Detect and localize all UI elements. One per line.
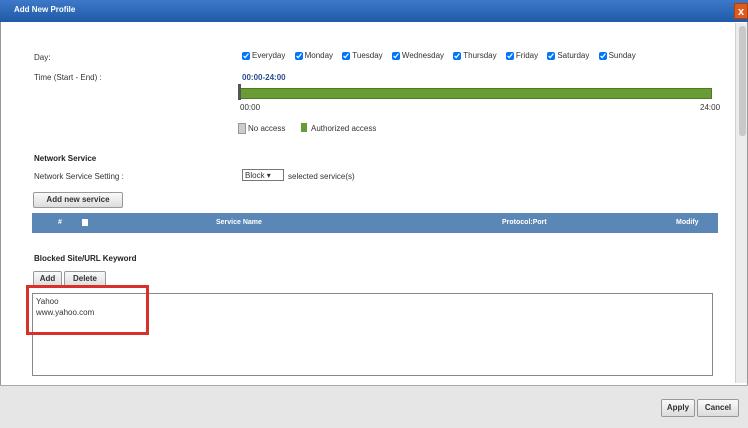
close-button[interactable]: x [734,3,748,19]
checkbox[interactable] [391,51,400,60]
service-setting-suffix: selected service(s) [288,172,355,181]
legend-authorized-swatch [301,123,307,132]
dialog-title: Add New Profile [14,5,76,14]
service-table-header: # Service Name Protocol:Port Modify [32,213,718,233]
day-checkbox-friday[interactable]: Friday [505,51,538,60]
apply-button[interactable]: Apply [661,399,695,417]
column-service-name: Service Name [216,219,262,226]
network-service-setting-label: Network Service Setting : [34,172,124,181]
day-checkbox-sunday[interactable]: Sunday [598,51,636,60]
day-checkbox-saturday[interactable]: Saturday [547,51,589,60]
service-block-select[interactable]: Block ▾ [242,169,284,181]
add-new-service-button[interactable]: Add new service [33,192,123,208]
checkbox[interactable] [294,51,303,60]
day-checkbox-monday[interactable]: Monday [294,51,333,60]
day-label: Day: [34,53,51,62]
time-label: Time (Start - End) : [34,73,102,82]
checkbox[interactable] [453,51,462,60]
blocked-keyword-heading: Blocked Site/URL Keyword [34,254,137,263]
column-protocol-port: Protocol:Port [502,219,547,226]
dialog-footer [0,385,748,428]
day-checkboxes: Everyday Monday Tuesday Wednesday Thursd… [242,51,643,60]
column-modify: Modify [676,219,699,226]
legend-authorized: Authorized access [311,124,377,133]
checkbox[interactable] [505,51,514,60]
checkbox[interactable] [547,51,556,60]
legend-no-access-swatch [238,123,246,134]
checkbox[interactable] [598,51,607,60]
checkbox[interactable] [342,51,351,60]
time-axis-end: 24:00 [700,103,721,112]
cancel-button[interactable]: Cancel [697,399,739,417]
time-range-bar[interactable] [238,88,712,99]
select-all-checkbox[interactable] [82,219,88,226]
dialog-title-bar: Add New Profile [0,0,748,22]
time-range-value: 00:00-24:00 [242,73,286,82]
scrollbar-thumb[interactable] [739,26,746,136]
column-number: # [58,219,62,226]
day-checkbox-thursday[interactable]: Thursday [453,51,497,60]
checkbox[interactable] [242,51,250,60]
time-start-handle[interactable] [238,84,241,100]
day-checkbox-wednesday[interactable]: Wednesday [391,51,444,60]
day-checkbox-tuesday[interactable]: Tuesday [342,51,383,60]
day-checkbox-everyday[interactable]: Everyday [242,51,285,60]
network-service-heading: Network Service [34,154,97,163]
time-axis-start: 00:00 [240,103,261,112]
keyword-highlight-box [26,285,149,335]
legend-no-access: No access [248,124,286,133]
